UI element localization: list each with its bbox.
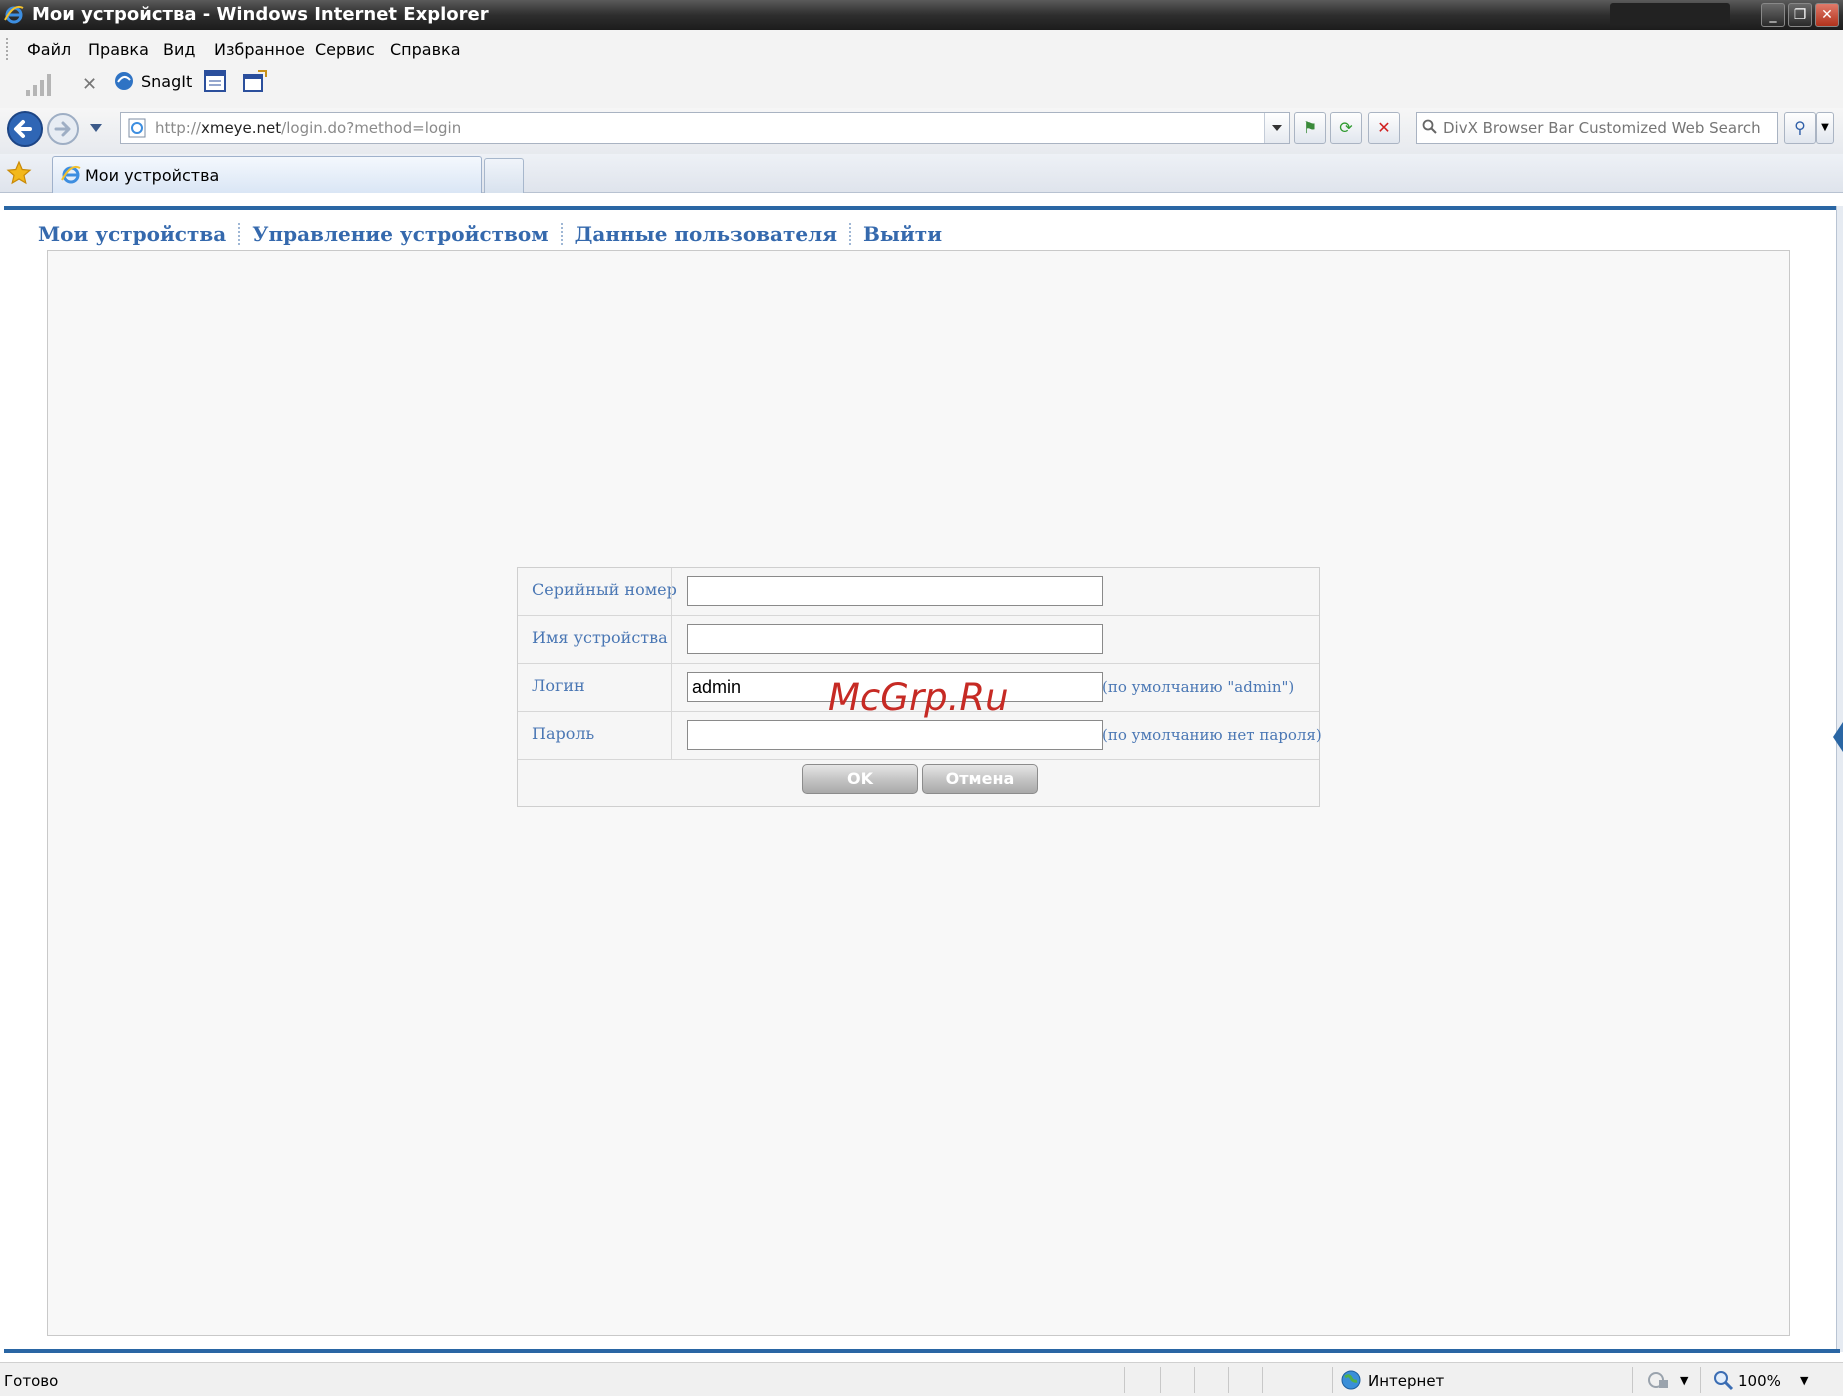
login-hint: (по умолчанию "admin") (1102, 678, 1295, 696)
column-divider (671, 568, 672, 615)
status-divider (1632, 1367, 1633, 1393)
zoom-dropdown-icon[interactable]: ▼ (1800, 1374, 1808, 1387)
menu-bar: Файл Правка Вид Избранное Сервис Справка (0, 30, 1843, 68)
restore-icon[interactable]: ❐ (1788, 3, 1812, 27)
tab-title: Мои устройства (85, 166, 220, 185)
window-title: Мои устройства - Windows Internet Explor… (32, 4, 489, 25)
nav-my-devices[interactable]: Мои устройства (38, 222, 226, 246)
side-collapse-icon[interactable] (1833, 722, 1843, 752)
status-divider (1332, 1367, 1333, 1393)
right-edge-bar (1836, 206, 1843, 1352)
snagit-icon (115, 72, 133, 90)
login-label: Логин (532, 676, 585, 695)
globe-icon (1341, 1370, 1361, 1390)
minimize-icon[interactable]: _ (1761, 3, 1785, 27)
page-icon (128, 118, 146, 138)
serial-row: Серийный номер (518, 568, 1319, 616)
ie-logo-icon (4, 5, 24, 24)
protected-mode-dropdown-icon[interactable]: ▼ (1680, 1374, 1688, 1387)
status-divider (1194, 1367, 1195, 1393)
search-input[interactable] (1441, 117, 1775, 139)
capture-window-icon[interactable] (203, 69, 227, 93)
footer-divider (4, 1349, 1840, 1353)
header-divider (4, 206, 1840, 210)
new-tab-button[interactable] (484, 158, 524, 193)
capture-edit-icon[interactable] (242, 69, 268, 93)
menu-view[interactable]: Вид (163, 40, 195, 59)
tray-icons (1610, 3, 1730, 25)
menu-help[interactable]: Справка (390, 40, 461, 59)
nav-user-data[interactable]: Данные пользователя (575, 222, 837, 246)
column-divider (671, 712, 672, 759)
protected-mode-icon[interactable] (1646, 1369, 1670, 1391)
stop-icon[interactable]: ✕ (1368, 112, 1400, 144)
nav-logout[interactable]: Выйти (863, 222, 942, 246)
password-input[interactable] (687, 720, 1103, 750)
close-icon[interactable]: ✕ (1815, 3, 1839, 27)
site-navigation: Мои устройства Управление устройством Данн… (38, 222, 942, 246)
tab-ie-icon (61, 165, 81, 184)
menu-favorites[interactable]: Избранное (214, 40, 305, 59)
ok-button[interactable]: OK (802, 764, 918, 794)
watermark: McGrp.Ru (828, 676, 1009, 719)
search-go-button[interactable]: ⚲ (1784, 112, 1816, 144)
window-title-bar[interactable]: Мои устройства - Windows Internet Explor… (0, 0, 1843, 30)
nav-separator (560, 223, 563, 245)
nav-separator (849, 223, 852, 245)
serial-input[interactable] (687, 576, 1103, 606)
search-icon (1422, 119, 1437, 134)
cancel-button[interactable]: Отмена (922, 764, 1038, 794)
toolbar-close-icon[interactable]: ✕ (82, 74, 97, 95)
device-name-input[interactable] (687, 624, 1103, 654)
device-name-row: Имя устройства (518, 616, 1319, 664)
status-divider (1160, 1367, 1161, 1393)
password-row: Пароль (по умолчанию нет пароля) (518, 712, 1322, 760)
nav-device-management[interactable]: Управление устройством (252, 222, 548, 246)
password-label: Пароль (532, 724, 595, 743)
refresh-icon[interactable]: ⟳ (1330, 112, 1362, 144)
status-divider (1124, 1367, 1125, 1393)
back-button[interactable] (6, 110, 44, 148)
address-bar[interactable]: http://xmeye.net/login.do?method=login (120, 112, 1290, 144)
signal-bars-icon (26, 74, 51, 96)
nav-separator (238, 223, 241, 245)
zoom-level[interactable]: 100% (1738, 1372, 1781, 1390)
history-dropdown-icon[interactable] (89, 122, 103, 134)
address-url[interactable]: http://xmeye.net/login.do?method=login (155, 119, 461, 137)
search-options-dropdown[interactable]: ▼ (1816, 112, 1834, 144)
grip-handle[interactable] (6, 38, 11, 60)
password-hint: (по умолчанию нет пароля) (1102, 726, 1322, 744)
snagit-button[interactable]: SnagIt (141, 72, 192, 91)
column-divider (671, 664, 672, 711)
device-name-label: Имя устройства (532, 628, 668, 647)
menu-file[interactable]: Файл (27, 40, 71, 59)
status-bar: Готово Интернет ▼ 100% ▼ (0, 1362, 1843, 1396)
favorites-star-icon[interactable] (6, 160, 32, 186)
search-box[interactable] (1416, 112, 1778, 144)
address-dropdown-button[interactable] (1264, 113, 1289, 143)
menu-edit[interactable]: Правка (88, 40, 149, 59)
status-divider (1262, 1367, 1263, 1393)
zone-text: Интернет (1368, 1372, 1445, 1390)
tab-current[interactable]: Мои устройства (52, 156, 482, 193)
status-divider (1700, 1367, 1701, 1393)
menu-tools[interactable]: Сервис (315, 40, 375, 59)
compatibility-icon[interactable]: ⚑ (1294, 112, 1326, 144)
toolbar-row: ✕ SnagIt (0, 64, 1843, 109)
zoom-icon[interactable] (1712, 1369, 1734, 1391)
column-divider (671, 616, 672, 663)
forward-button[interactable] (46, 112, 80, 146)
status-divider (1228, 1367, 1229, 1393)
serial-label: Серийный номер (532, 580, 677, 599)
status-text: Готово (4, 1372, 59, 1390)
